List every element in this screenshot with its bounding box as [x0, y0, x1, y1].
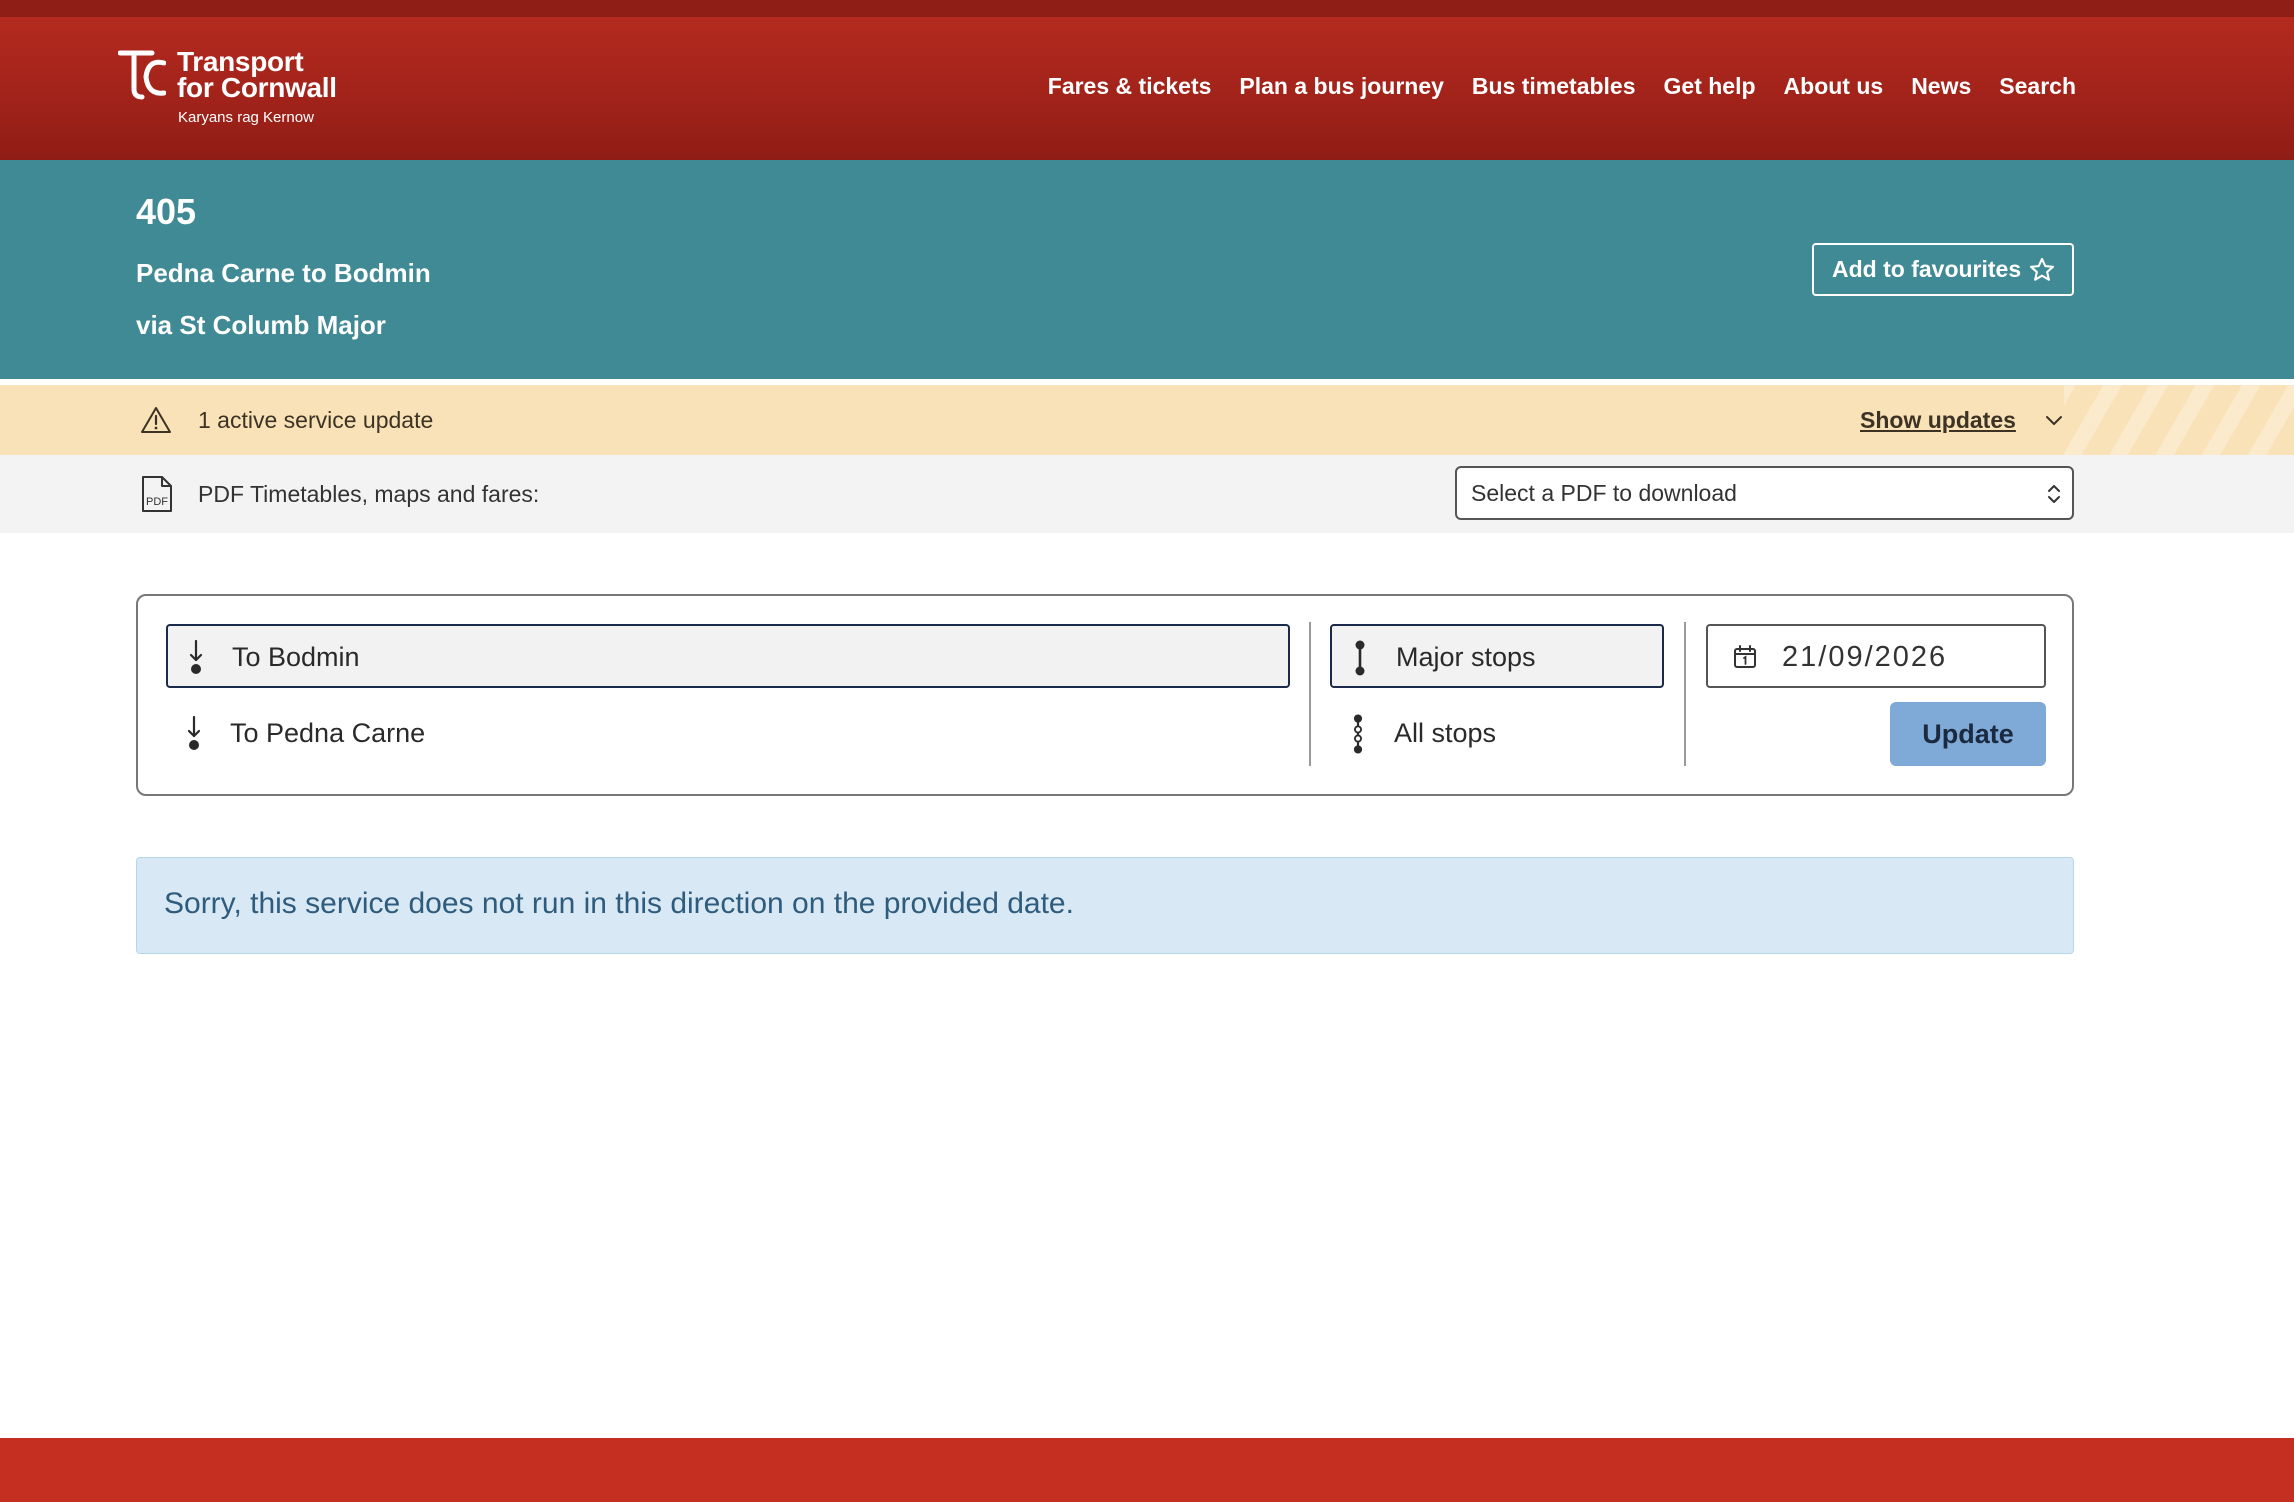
timetable-filter-panel: To Bodmin To Pedna Carne Major stops All…	[136, 594, 2074, 796]
nav-news[interactable]: News	[1911, 69, 1971, 103]
date-input[interactable]: 21/09/2026	[1706, 624, 2046, 688]
nav-about-us[interactable]: About us	[1784, 69, 1884, 103]
nav-plan-journey[interactable]: Plan a bus journey	[1239, 69, 1444, 103]
route-banner: 405 Pedna Carne to Bodmin via St Columb …	[0, 160, 2294, 379]
pdf-select[interactable]: Select a PDF to download	[1455, 466, 2074, 520]
logo-mark-icon	[118, 50, 166, 100]
route-name: Pedna Carne to Bodmin	[136, 258, 431, 288]
pdf-icon-label: PDF	[146, 496, 168, 508]
update-button[interactable]: Update	[1890, 702, 2046, 766]
stops-label: Major stops	[1396, 642, 1536, 672]
chevron-down-icon[interactable]	[2043, 409, 2065, 431]
nav-get-help[interactable]: Get help	[1664, 69, 1756, 103]
date-value: 21/09/2026	[1782, 641, 1948, 673]
star-icon	[2029, 257, 2055, 281]
pdf-downloads-bar: PDF PDF Timetables, maps and fares: Sele…	[0, 455, 2294, 533]
main-nav: Fares & tickets Plan a bus journey Bus t…	[1020, 69, 2076, 103]
direction-label: To Bodmin	[232, 642, 360, 672]
alert-stripes	[2064, 385, 2294, 455]
stops-option-all[interactable]: All stops	[1330, 702, 1664, 766]
select-arrows-icon	[2048, 485, 2060, 503]
no-service-message: Sorry, this service does not run in this…	[136, 857, 2074, 954]
all-stops-icon	[1353, 714, 1363, 754]
major-stops-icon	[1355, 640, 1365, 676]
no-service-text: Sorry, this service does not run in this…	[164, 887, 1074, 920]
show-updates-link[interactable]: Show updates	[1860, 404, 2016, 436]
filter-divider	[1309, 622, 1311, 766]
site-footer	[0, 1438, 2294, 1502]
favourite-label: Add to favourites	[1832, 256, 2022, 282]
direction-option-bodmin[interactable]: To Bodmin	[166, 624, 1290, 688]
logo-tagline: Karyans rag Kernow	[178, 109, 314, 126]
site-header: Transport for Cornwall Karyans rag Kerno…	[0, 17, 2294, 160]
nav-search[interactable]: Search	[1999, 69, 2076, 103]
pdf-file-icon: PDF	[142, 476, 172, 512]
direction-label: To Pedna Carne	[230, 718, 426, 748]
logo-name-line2: for Cornwall	[177, 72, 337, 103]
top-strip	[0, 0, 2294, 17]
nav-fares-tickets[interactable]: Fares & tickets	[1048, 69, 1212, 103]
calendar-icon	[1734, 645, 1756, 668]
filter-divider	[1684, 622, 1686, 766]
route-number: 405	[136, 191, 197, 232]
stops-option-major[interactable]: Major stops	[1330, 624, 1664, 688]
direction-option-pedna-carne[interactable]: To Pedna Carne	[166, 702, 1290, 766]
nav-bus-timetables[interactable]: Bus timetables	[1472, 69, 1636, 103]
add-to-favourites-button[interactable]: Add to favourites	[1812, 243, 2074, 296]
route-via: via St Columb Major	[136, 310, 386, 340]
stops-label: All stops	[1394, 718, 1497, 748]
pdf-select-value: Select a PDF to download	[1471, 480, 1737, 506]
warning-icon	[141, 407, 171, 433]
service-update-text: 1 active service update	[198, 407, 434, 433]
pdf-label: PDF Timetables, maps and fares:	[198, 481, 540, 507]
direction-arrow-icon	[187, 715, 201, 750]
direction-arrow-icon	[189, 639, 203, 674]
service-update-bar: 1 active service update Show updates	[0, 385, 2294, 455]
site-logo[interactable]: Transport for Cornwall Karyans rag Kerno…	[118, 47, 358, 147]
